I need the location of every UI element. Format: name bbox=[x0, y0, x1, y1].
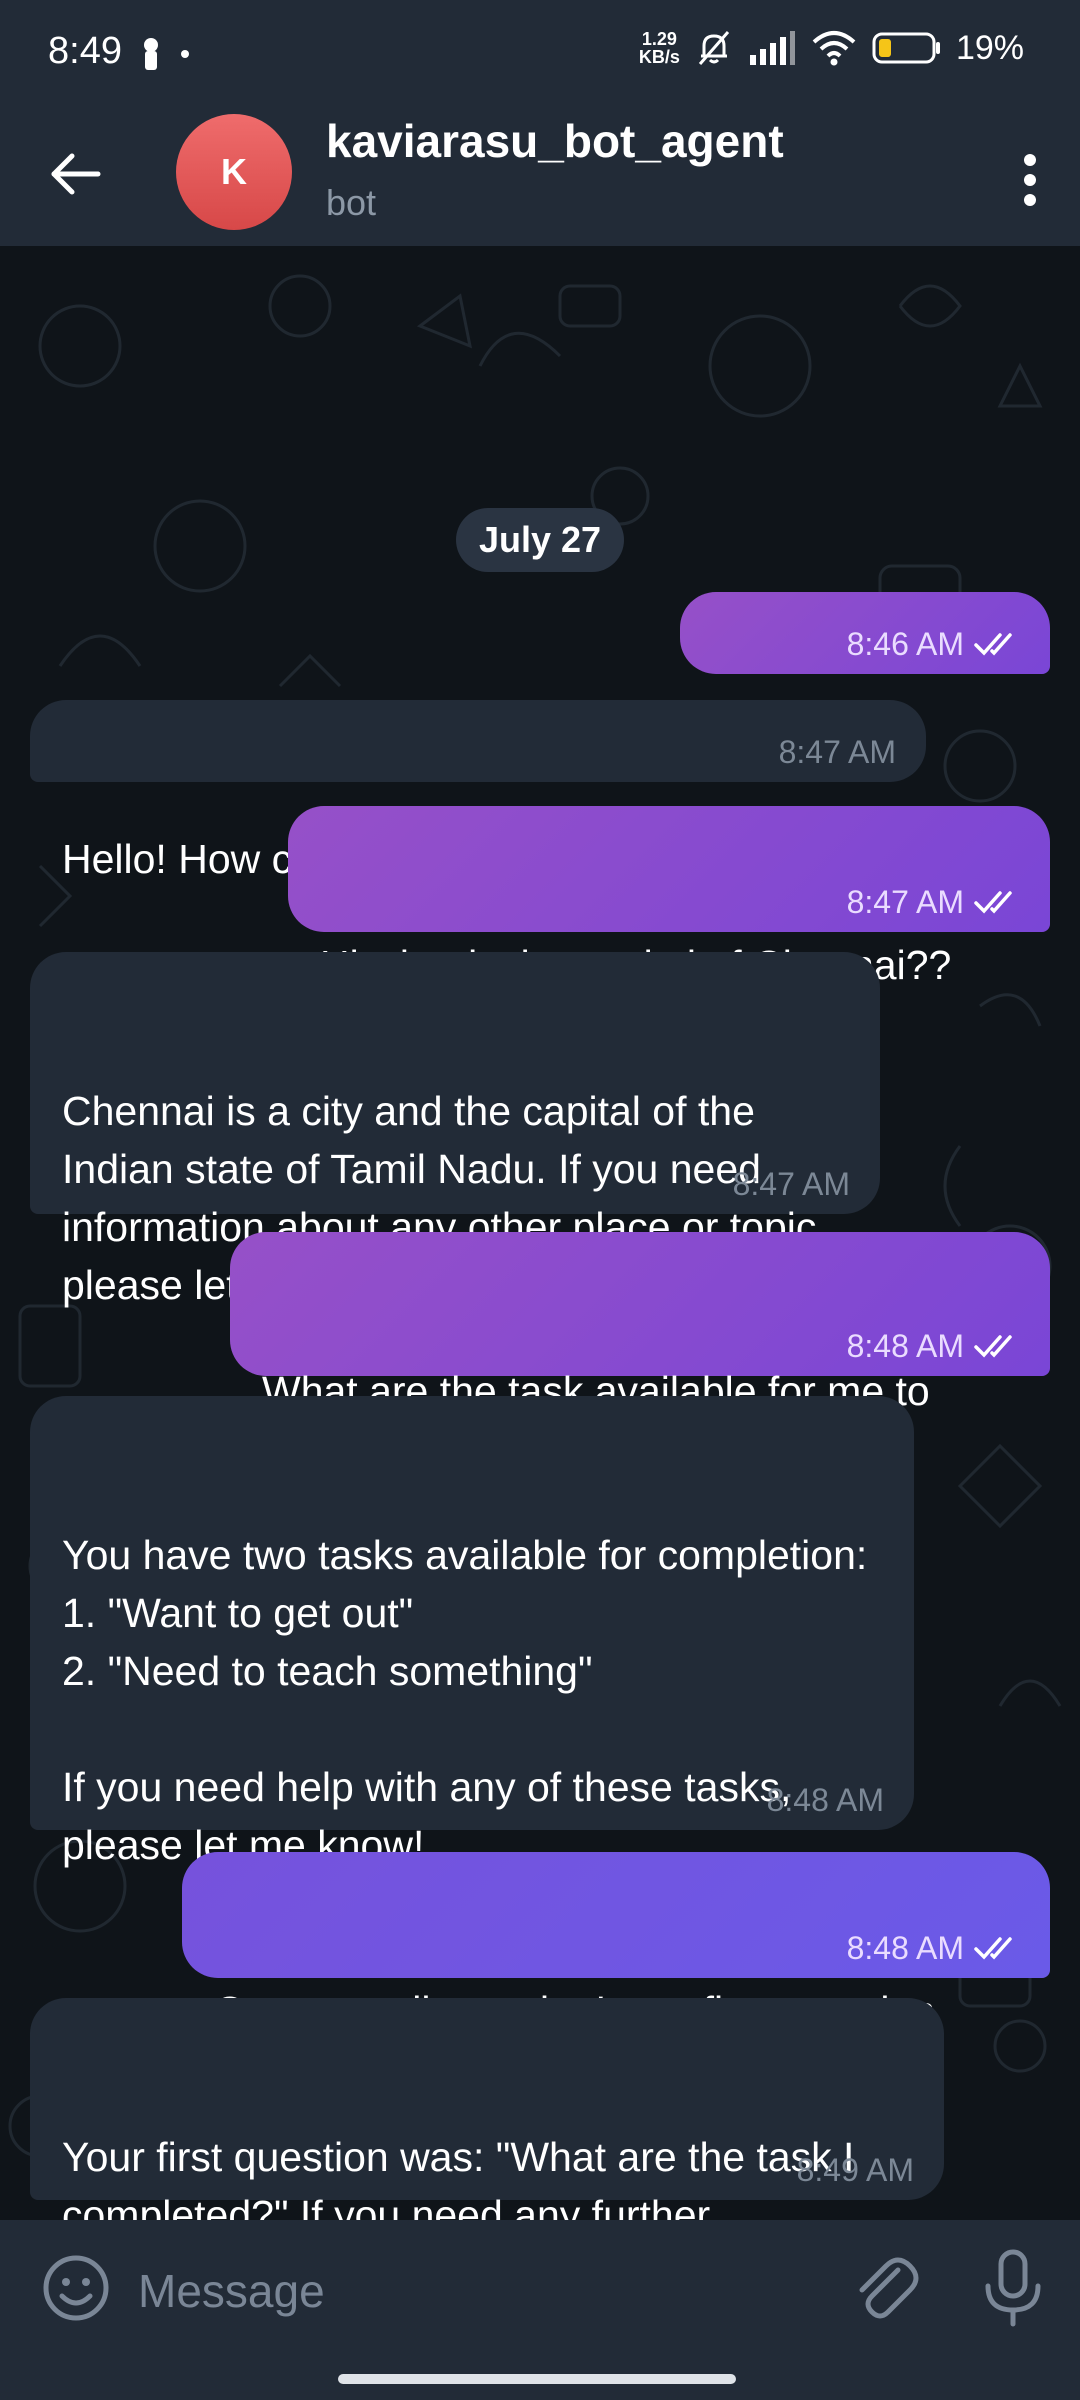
battery-percent: 19% bbox=[955, 28, 1024, 67]
message-time: 8:48 AM bbox=[846, 1930, 964, 1966]
incoming-message[interactable]: Hello! How can I assist you today? 8:47 … bbox=[30, 700, 926, 882]
more-menu-button[interactable] bbox=[1000, 140, 1060, 220]
message-time: 8:47 AM bbox=[778, 734, 896, 770]
more-vertical-icon bbox=[1024, 154, 1036, 206]
message-meta: 8:47 AM bbox=[733, 1168, 850, 1200]
message-time: 8:47 AM bbox=[846, 884, 964, 920]
status-left-icons bbox=[140, 36, 190, 72]
microphone-icon[interactable] bbox=[978, 2248, 1048, 2328]
outgoing-message[interactable]: Can you tell me what's my first question… bbox=[182, 1852, 1050, 2034]
avatar[interactable]: K bbox=[176, 114, 292, 230]
net-speed-unit: KB/s bbox=[638, 47, 680, 67]
date-separator: July 27 bbox=[456, 508, 624, 572]
message-time: 8:47 AM bbox=[732, 1166, 850, 1202]
net-speed-value: 1.29 bbox=[641, 29, 677, 49]
message-text: Your first question was: "What are the t… bbox=[62, 2134, 855, 2220]
status-time: 8:49 bbox=[48, 30, 122, 72]
chat-subtitle: bot bbox=[326, 182, 377, 223]
double-check-icon bbox=[974, 1937, 1012, 1960]
message-meta: 8:47 AM bbox=[847, 886, 1020, 918]
incoming-message[interactable]: Chennai is a city and the capital of the… bbox=[30, 952, 880, 1308]
message-meta: 8:46 AM bbox=[847, 628, 1020, 660]
incoming-message[interactable]: Your first question was: "What are the t… bbox=[30, 1998, 944, 2220]
dot-icon bbox=[181, 50, 189, 58]
message-time: 8:48 AM bbox=[846, 1328, 964, 1364]
mute-bell-icon bbox=[698, 31, 730, 65]
double-check-icon bbox=[974, 891, 1012, 914]
battery-icon bbox=[872, 32, 940, 64]
chat-title[interactable]: kaviarasu_bot_agent bbox=[326, 114, 784, 168]
message-input-bar bbox=[0, 2220, 1080, 2360]
message-time: 8:48 AM bbox=[766, 1782, 884, 1818]
signal-icon bbox=[749, 31, 795, 65]
double-check-icon bbox=[974, 1335, 1012, 1358]
message-meta: 8:48 AM bbox=[767, 1784, 884, 1816]
message-input[interactable] bbox=[136, 2250, 820, 2332]
outgoing-message[interactable]: Hi what is the capital of Chennai?? 8:47… bbox=[288, 806, 1050, 988]
outgoing-message[interactable]: /start 8:46 AM bbox=[680, 592, 1050, 774]
net-speed: 1.29 KB/s bbox=[639, 30, 680, 66]
lock-icon bbox=[144, 38, 158, 70]
home-indicator[interactable] bbox=[338, 2374, 736, 2384]
chat-header: K kaviarasu_bot_agent bot bbox=[0, 110, 1080, 246]
chat-area[interactable]: July 27 /start 8:46 AM Hello! How can I … bbox=[0, 246, 1080, 2220]
message-meta: 8:48 AM bbox=[847, 1330, 1020, 1362]
incoming-message[interactable]: You have two tasks available for complet… bbox=[30, 1396, 914, 1868]
message-text: You have two tasks available for complet… bbox=[62, 1532, 868, 1868]
message-time: 8:46 AM bbox=[846, 626, 964, 662]
status-bar: 8:49 1.29 KB/s 19% bbox=[0, 0, 1080, 110]
system-nav-bar bbox=[0, 2360, 1080, 2400]
message-time: 8:49 AM bbox=[796, 2152, 914, 2188]
avatar-letter: K bbox=[221, 151, 247, 192]
paperclip-icon[interactable] bbox=[848, 2250, 924, 2326]
message-meta: 8:47 AM bbox=[779, 736, 896, 768]
wifi-icon bbox=[812, 31, 856, 66]
status-right-icons: 1.29 KB/s 19% bbox=[639, 28, 1024, 68]
message-meta: 8:48 AM bbox=[847, 1932, 1020, 1964]
outgoing-message[interactable]: What are the task available for me to co… bbox=[230, 1232, 1050, 1472]
message-meta: 8:49 AM bbox=[797, 2154, 914, 2186]
double-check-icon bbox=[974, 633, 1012, 656]
arrow-left-icon bbox=[51, 153, 101, 195]
back-button[interactable] bbox=[40, 138, 112, 210]
emoji-icon[interactable] bbox=[40, 2252, 112, 2324]
